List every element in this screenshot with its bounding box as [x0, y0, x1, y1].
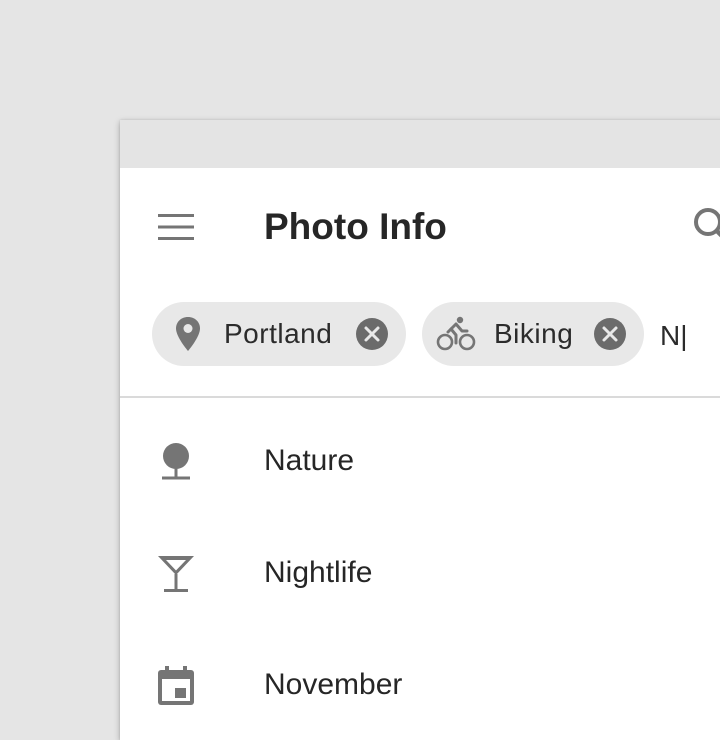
page-title: Photo Info — [264, 206, 447, 247]
status-bar — [120, 120, 720, 168]
location-pin-icon — [176, 317, 200, 351]
suggestion-label: Nature — [264, 444, 355, 477]
calendar-icon — [158, 666, 194, 705]
chip-row: Portland Biking N| — [120, 302, 720, 366]
chip-biking[interactable]: Biking — [422, 302, 644, 366]
suggestion-label: Nightlife — [264, 556, 373, 589]
tree-icon — [162, 443, 190, 480]
remove-chip-icon[interactable] — [594, 318, 626, 350]
divider — [120, 396, 720, 398]
photo-info-card: Photo Info Portland Biking N| Nature Nig… — [120, 120, 720, 740]
suggestion-label: November — [264, 668, 403, 701]
chip-portland[interactable]: Portland — [152, 302, 406, 366]
chip-label: Biking — [494, 318, 574, 349]
suggestion-november[interactable]: November — [120, 630, 720, 740]
suggestion-nature[interactable]: Nature — [120, 406, 720, 518]
chip-search-input[interactable]: N| — [660, 320, 688, 352]
search-icon[interactable] — [690, 204, 720, 248]
menu-icon[interactable] — [156, 212, 196, 242]
cocktail-icon — [158, 556, 194, 592]
remove-chip-icon[interactable] — [356, 318, 388, 350]
chip-label: Portland — [224, 318, 333, 349]
app-bar: Photo Info — [120, 168, 720, 284]
suggestion-nightlife[interactable]: Nightlife — [120, 518, 720, 630]
bike-icon — [436, 316, 476, 351]
